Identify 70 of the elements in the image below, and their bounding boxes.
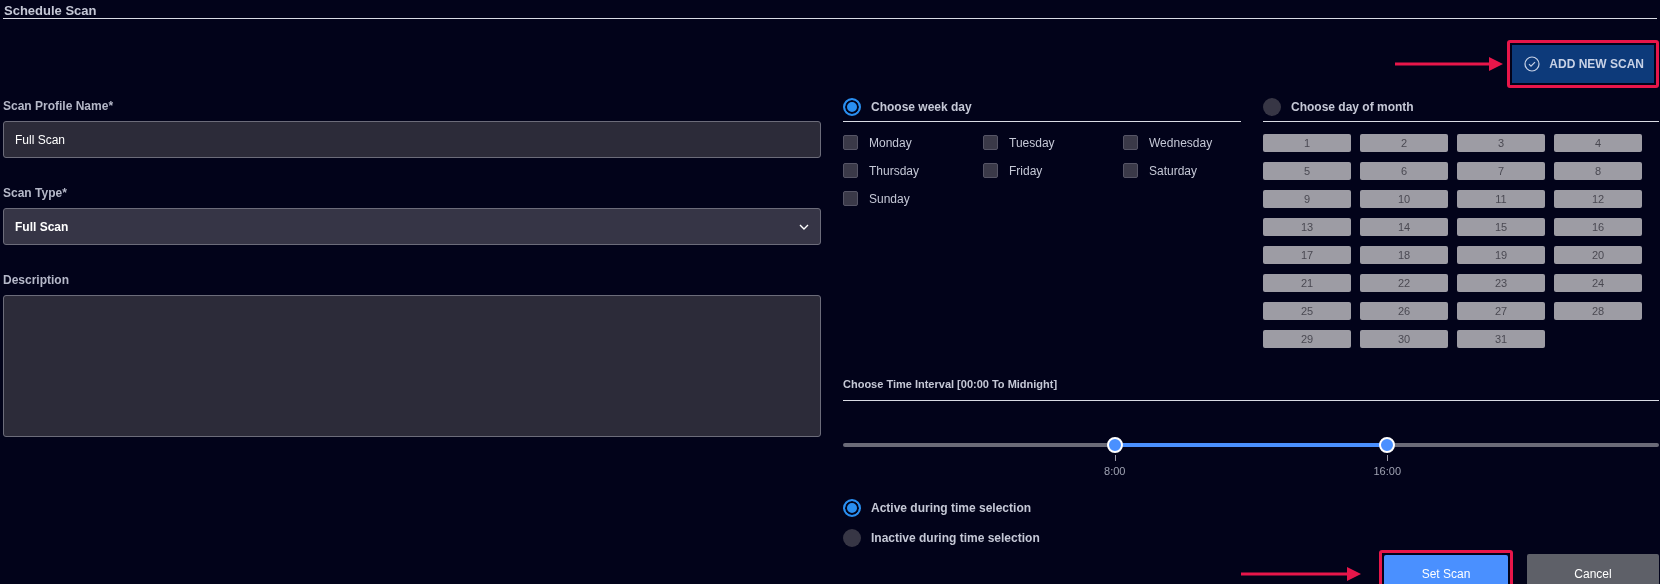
checkbox-label: Tuesday	[1009, 135, 1055, 150]
day-button[interactable]: 30	[1360, 330, 1448, 348]
checkbox-label: Saturday	[1149, 163, 1198, 178]
day-button[interactable]: 21	[1263, 274, 1351, 292]
check-circle-icon	[1524, 56, 1541, 72]
checkbox-label: Monday	[869, 135, 912, 150]
action-button[interactable]: Set Scan	[1384, 555, 1508, 584]
radio-button[interactable]	[843, 499, 861, 517]
day-button[interactable]: 18	[1360, 246, 1448, 264]
time-label: 8:00	[1104, 465, 1126, 477]
checkbox[interactable]	[1123, 163, 1138, 178]
day-button[interactable]: 7	[1457, 162, 1545, 180]
day-button[interactable]: 19	[1457, 246, 1545, 264]
day-button[interactable]: 23	[1457, 274, 1545, 292]
checkbox[interactable]	[983, 135, 998, 150]
day-button[interactable]: 2	[1360, 134, 1448, 152]
time-label: 16:00	[1373, 465, 1402, 477]
day-button[interactable]: 10	[1360, 190, 1448, 208]
radio-label: Active during time selection	[871, 501, 1032, 515]
day-button[interactable]: 22	[1360, 274, 1448, 292]
day-button[interactable]: 17	[1263, 246, 1351, 264]
checkbox-label: Sunday	[869, 191, 910, 206]
radio-label: Inactive during time selection	[871, 531, 1040, 545]
radio-button[interactable]	[843, 98, 861, 116]
day-button[interactable]: 27	[1457, 302, 1545, 320]
field-label: Description	[3, 273, 70, 287]
checkbox-label: Wednesday	[1149, 135, 1213, 150]
checkbox[interactable]	[1123, 135, 1138, 150]
action-button[interactable]: Cancel	[1527, 553, 1659, 584]
day-button[interactable]: 26	[1360, 302, 1448, 320]
checkbox-label: Friday	[1009, 163, 1043, 178]
checkbox[interactable]	[843, 191, 858, 206]
day-button[interactable]: 6	[1360, 162, 1448, 180]
description-field[interactable]	[3, 295, 821, 437]
checkbox[interactable]	[843, 163, 858, 178]
slider-thumb[interactable]	[1379, 437, 1396, 453]
day-button[interactable]: 9	[1263, 190, 1351, 208]
day-button[interactable]: 13	[1263, 218, 1351, 236]
add-new-scan-button[interactable]: ADD NEW SCAN	[1512, 45, 1654, 83]
slider-thumb[interactable]	[1106, 437, 1123, 453]
day-button[interactable]: 1	[1263, 134, 1351, 152]
select-field[interactable]: Full Scan	[3, 208, 821, 245]
checkbox[interactable]	[983, 163, 998, 178]
day-button[interactable]: 3	[1457, 134, 1545, 152]
day-button[interactable]: 11	[1457, 190, 1545, 208]
radio-label: Choose day of month	[1291, 100, 1414, 114]
day-button[interactable]: 15	[1457, 218, 1545, 236]
chevron-down-icon	[799, 223, 809, 230]
field-label: Scan Profile Name*	[3, 99, 115, 113]
page-title: Schedule Scan	[3, 2, 98, 18]
section-heading: Choose Time Interval [00:00 To Midnight]	[843, 374, 1659, 401]
day-button[interactable]: 8	[1554, 162, 1642, 180]
checkbox-label: Thursday	[869, 163, 920, 178]
day-button[interactable]: 25	[1263, 302, 1351, 320]
day-button[interactable]: 5	[1263, 162, 1351, 180]
radio-button[interactable]	[843, 529, 861, 547]
day-button[interactable]: 12	[1554, 190, 1642, 208]
day-button[interactable]: 4	[1554, 134, 1642, 152]
radio-button[interactable]	[1263, 98, 1281, 116]
day-button[interactable]: 24	[1554, 274, 1642, 292]
day-button[interactable]: 28	[1554, 302, 1642, 320]
day-button[interactable]: 16	[1554, 218, 1642, 236]
day-button[interactable]: 31	[1457, 330, 1545, 348]
day-button[interactable]: 20	[1554, 246, 1642, 264]
input-field[interactable]: Full Scan	[3, 121, 821, 158]
field-label: Scan Type*	[3, 186, 68, 200]
checkbox[interactable]	[843, 135, 858, 150]
day-button[interactable]: 14	[1360, 218, 1448, 236]
radio-label: Choose week day	[871, 100, 972, 114]
day-button[interactable]: 29	[1263, 330, 1351, 348]
